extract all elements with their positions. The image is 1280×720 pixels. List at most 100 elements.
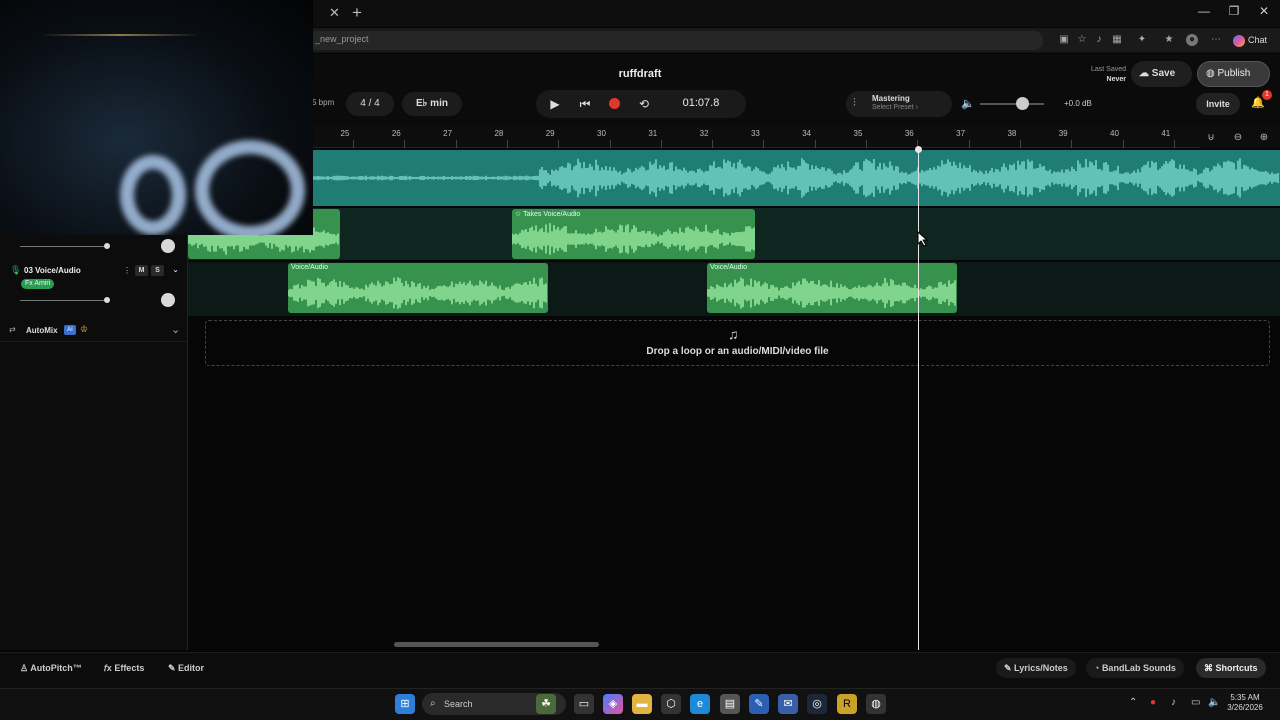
steam-icon[interactable]: ◎ <box>807 694 827 714</box>
file-explorer-icon[interactable]: ▬ <box>632 694 652 714</box>
task-view-icon[interactable]: ▭ <box>574 694 594 714</box>
track-volume-handle[interactable] <box>104 243 110 249</box>
keyboard-icon[interactable]: ▦ <box>1111 34 1123 46</box>
magnet-icon[interactable]: ⊍ <box>1204 132 1218 144</box>
play-icon[interactable]: ▶ <box>548 97 562 111</box>
track-volume-slider[interactable] <box>20 300 108 301</box>
playhead-handle[interactable] <box>915 146 922 153</box>
url-input[interactable] <box>308 31 1043 50</box>
pan-knob[interactable] <box>161 239 175 253</box>
bar-number: 32 <box>699 129 709 138</box>
chevron-up-icon[interactable]: ⌃ <box>1129 697 1137 708</box>
autopitch-button[interactable]: ♙ AutoPitch™ <box>12 658 90 678</box>
pan-knob[interactable] <box>161 293 175 307</box>
copilot-icon[interactable]: ◈ <box>603 694 623 714</box>
horizontal-scrollbar[interactable] <box>394 642 599 647</box>
solo-button[interactable]: S <box>151 265 164 276</box>
audio-clip[interactable]: ☆ Takes Voice/Audio <box>512 209 755 259</box>
ruler-tick <box>404 140 406 148</box>
track-name[interactable]: 03 Voice/Audio <box>24 266 81 275</box>
url-text: _new_project <box>315 34 369 44</box>
tab-close-icon[interactable]: ✕ <box>329 5 343 21</box>
chat-label: Chat <box>1248 35 1268 45</box>
track-volume-slider[interactable] <box>20 246 108 247</box>
lyrics-button[interactable]: ✎ Lyrics/Notes <box>996 658 1076 678</box>
display-icon[interactable]: ▭ <box>1191 697 1200 708</box>
app-icon[interactable]: ⬡ <box>661 694 681 714</box>
bpm-value[interactable]: 5 bpm <box>312 98 334 107</box>
app-icon[interactable]: ▣ <box>1058 34 1070 46</box>
timeline-ruler[interactable]: 25 26 27 28 29 30 31 32 33 34 35 36 37 38 39 40 41 <box>188 126 1200 148</box>
invite-button[interactable]: Invite <box>1196 93 1240 115</box>
minimize-icon[interactable]: — <box>1194 4 1214 22</box>
tray-app-icon[interactable]: ● <box>1150 697 1156 708</box>
chat-button[interactable]: Chat <box>1233 31 1273 49</box>
shortcuts-label: Shortcuts <box>1215 663 1258 673</box>
webcam-overlay <box>0 0 313 235</box>
favorites-icon[interactable]: ★ <box>1163 34 1175 46</box>
app-icon[interactable]: ◍ <box>866 694 886 714</box>
track-volume-handle[interactable] <box>104 297 110 303</box>
track-lane-1[interactable] <box>188 150 1280 206</box>
shortcuts-button[interactable]: ⌘ Shortcuts <box>1196 658 1266 678</box>
mic-icon[interactable]: ♪ <box>1171 697 1176 708</box>
fx-badge[interactable]: Fx Amiri <box>21 279 55 289</box>
clip-name: Voice/Audio <box>543 211 581 218</box>
bar-number: 26 <box>391 129 401 138</box>
track-menu-icon[interactable]: ⋮ <box>123 266 131 275</box>
new-tab-icon[interactable]: + <box>352 3 368 22</box>
audio-clip[interactable]: Voice/Audio <box>707 263 957 313</box>
zoom-out-icon[interactable]: ⊖ <box>1231 132 1245 144</box>
chevron-down-icon[interactable]: ⌄ <box>169 265 182 276</box>
widget-icon[interactable]: ☘ <box>536 694 556 714</box>
store-icon[interactable]: ▤ <box>720 694 740 714</box>
close-window-icon[interactable]: ✕ <box>1254 4 1274 22</box>
record-icon[interactable] <box>609 98 620 109</box>
audio-clip[interactable]: Voice/Audio <box>288 263 548 313</box>
ruler-tick <box>814 140 816 148</box>
bar-number: 25 <box>340 129 350 138</box>
command-icon: ⌘ <box>1204 663 1216 673</box>
volume-knob[interactable] <box>1016 97 1029 110</box>
editor-app-icon[interactable]: ✎ <box>749 694 769 714</box>
zoom-in-icon[interactable]: ⊕ <box>1257 132 1271 144</box>
sliders-icon: ⫶ <box>853 97 856 109</box>
save-button[interactable]: ☁ Save <box>1131 61 1192 87</box>
speaker-icon[interactable]: 🔈 <box>961 97 975 110</box>
effects-button[interactable]: 𝑓x Effects <box>96 658 152 678</box>
edge-icon[interactable]: e <box>690 694 710 714</box>
windows-start-icon[interactable]: ⊞ <box>395 694 415 714</box>
favorite-icon[interactable]: ☆ <box>1076 34 1088 46</box>
speaker-icon[interactable]: 🔈 <box>1208 697 1220 708</box>
clock[interactable]: 5:35 AM 3/26/2026 <box>1222 693 1268 713</box>
publish-button[interactable]: ◍ Publish <box>1197 61 1270 87</box>
playhead[interactable] <box>918 148 919 650</box>
more-icon[interactable]: ⋯ <box>1210 34 1222 46</box>
bandlab-icon: ◔ <box>1094 663 1102 673</box>
extensions-icon[interactable]: ✦ <box>1136 34 1148 46</box>
copilot-icon <box>1233 34 1245 47</box>
ruler-tick <box>609 140 611 148</box>
loop-icon[interactable]: ⟲ <box>637 97 651 111</box>
music-note-icon: ♫ <box>728 326 739 342</box>
time-signature[interactable]: 4 / 4 <box>346 92 394 116</box>
app-r-icon[interactable]: R <box>837 694 857 714</box>
chevron-down-icon[interactable]: ⌄ <box>171 323 180 336</box>
bandlab-sounds-button[interactable]: ◔ BandLab Sounds <box>1086 658 1184 678</box>
takes-label: Takes <box>523 211 542 218</box>
mic-icon[interactable]: ♪ <box>1093 34 1105 46</box>
mute-button[interactable]: M <box>135 265 148 276</box>
profile-icon[interactable]: ● <box>1186 34 1198 46</box>
key-selector[interactable]: E♭ min <box>402 92 462 116</box>
waveform <box>188 158 1279 198</box>
mail-icon[interactable]: ✉ <box>778 694 798 714</box>
star-icon: ☆ <box>515 211 524 218</box>
restore-icon[interactable]: ❐ <box>1224 4 1244 22</box>
volume-slider[interactable] <box>980 103 1044 105</box>
ai-badge: AI <box>64 325 76 335</box>
globe-icon: ◍ <box>1206 68 1218 79</box>
ruler-tick <box>455 140 457 148</box>
project-name[interactable]: ruffdraft <box>560 68 720 80</box>
editor-button[interactable]: ✎ Editor <box>160 658 212 678</box>
skip-back-icon[interactable]: ⏮ <box>578 97 592 111</box>
